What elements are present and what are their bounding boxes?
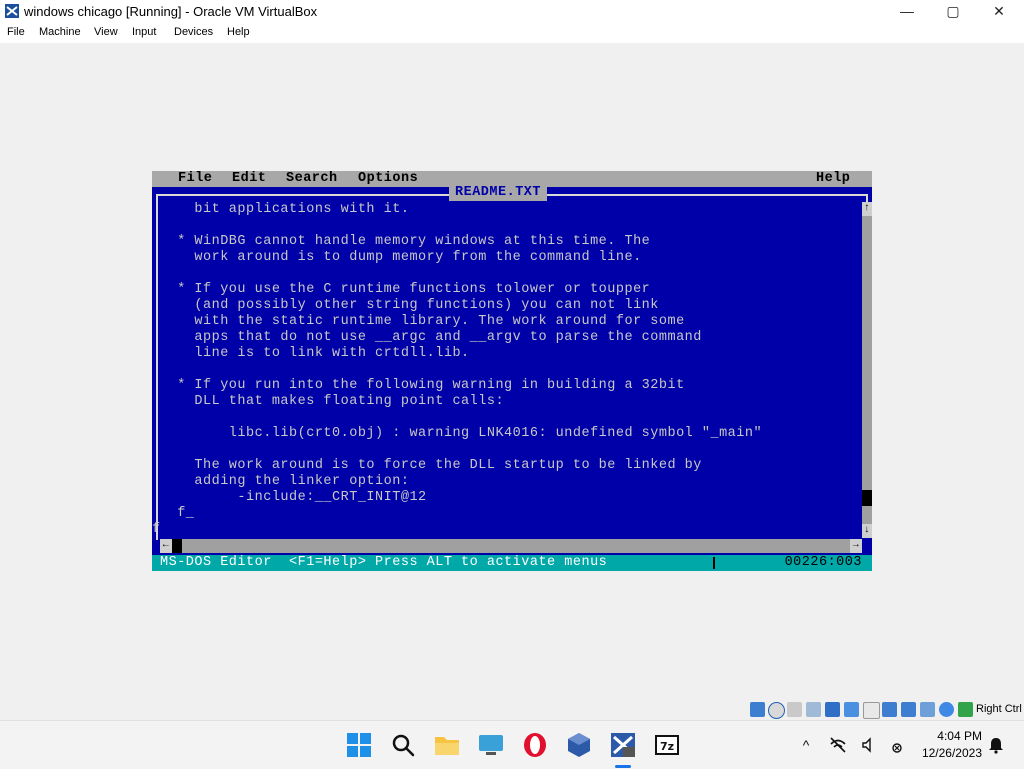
virtualbox-icon — [5, 4, 19, 18]
editor-text-area[interactable]: bit applications with it. * WinDBG canno… — [152, 202, 856, 538]
menu-input[interactable]: Input — [132, 26, 156, 38]
scroll-right-arrow-icon[interactable]: → — [850, 539, 862, 553]
menu-help[interactable]: Help — [227, 26, 250, 38]
hard-disk-icon[interactable] — [750, 702, 765, 717]
text-line: -include:__CRT_INIT@12 — [160, 490, 427, 505]
network-icon[interactable] — [825, 702, 840, 717]
7zip-icon[interactable]: 7z — [653, 731, 681, 759]
text-line: The work around is to force the DLL star… — [160, 458, 702, 473]
virtualbox-vm-icon[interactable] — [609, 731, 637, 759]
editor-frame-left — [156, 194, 158, 540]
minimize-button[interactable]: — — [884, 0, 930, 23]
vertical-scroll-thumb[interactable] — [862, 490, 872, 506]
search-icon[interactable] — [389, 731, 417, 759]
shared-folder-icon[interactable] — [863, 702, 880, 719]
scroll-left-arrow-icon[interactable]: ← — [160, 539, 172, 553]
dos-menu-file[interactable]: File — [178, 171, 212, 187]
svg-text:7z: 7z — [660, 740, 674, 753]
menu-machine[interactable]: Machine — [39, 26, 81, 38]
optical-drive-icon[interactable] — [768, 702, 785, 719]
scroll-down-arrow-icon[interactable]: ↓ — [862, 524, 872, 538]
text-line: DLL that makes floating point calls: — [160, 394, 505, 409]
host-key-label: Right Ctrl — [976, 703, 1022, 715]
guest-screen[interactable]: File Edit Search Options Help README.TXT… — [152, 171, 872, 571]
speaker-muted-icon[interactable] — [860, 735, 880, 755]
keyboard-capture-icon[interactable] — [958, 702, 973, 717]
clock-time[interactable]: 4:04 PM — [920, 729, 982, 743]
window-title: windows chicago [Running] - Oracle VM Vi… — [24, 4, 318, 19]
dos-menu-help[interactable]: Help — [816, 171, 850, 187]
close-button[interactable]: ✕ — [976, 0, 1022, 23]
text-line: apps that do not use __argc and __argv t… — [160, 330, 702, 345]
status-text: MS-DOS Editor <F1=Help> Press ALT to act… — [160, 555, 608, 570]
horizontal-scroll-thumb[interactable] — [172, 539, 182, 553]
vertical-scrollbar[interactable]: ↑ ↓ — [862, 202, 872, 538]
text-line: bit applications with it. — [160, 202, 410, 217]
text-line: * WinDBG cannot handle memory windows at… — [160, 234, 651, 249]
taskbar: 7z ^ 4:04 PM 12/26/2023 — [0, 720, 1024, 769]
text-line: libc.lib(crt0.obj) : warning LNK4016: un… — [160, 426, 763, 441]
text-line: * If you run into the following warning … — [160, 378, 685, 393]
network-disconnected-icon[interactable] — [828, 735, 848, 755]
text-line: * If you use the C runtime functions tol… — [160, 282, 651, 297]
text-line: adding the linker option: — [160, 474, 410, 489]
dos-menu-edit[interactable]: Edit — [232, 171, 266, 187]
mouse-integration-icon[interactable] — [939, 702, 954, 717]
file-explorer-icon[interactable] — [433, 731, 461, 759]
menu-file[interactable]: File — [7, 26, 25, 38]
dos-menu-search[interactable]: Search — [286, 171, 338, 187]
opera-browser-icon[interactable] — [521, 731, 549, 759]
text-line: with the static runtime library. The wor… — [160, 314, 685, 329]
menu-view[interactable]: View — [94, 26, 118, 38]
menu-devices[interactable]: Devices — [174, 26, 213, 38]
battery-x-icon[interactable] — [884, 735, 904, 755]
tray-overflow-chevron-icon[interactable]: ^ — [796, 735, 816, 755]
display-icon[interactable] — [882, 702, 897, 717]
virtualbox-manager-icon[interactable] — [565, 731, 593, 759]
host-menu-bar: File Machine View Input Devices Help — [0, 23, 1024, 43]
document-title: README.TXT — [449, 185, 548, 201]
text-line: (and possibly other string functions) yo… — [160, 298, 659, 313]
scroll-up-arrow-icon[interactable]: ↑ — [862, 202, 872, 216]
dos-menu-options[interactable]: Options — [358, 171, 418, 187]
text-line: line is to link with crtdll.lib. — [160, 346, 470, 361]
window-title-bar: windows chicago [Running] - Oracle VM Vi… — [0, 0, 1024, 23]
virtualization-icon[interactable] — [920, 702, 935, 717]
cursor-position: 00226:003 — [784, 555, 862, 570]
maximize-button[interactable]: ▢ — [930, 0, 976, 23]
recording-icon[interactable] — [901, 702, 916, 717]
dos-status-bar: MS-DOS Editor <F1=Help> Press ALT to act… — [152, 555, 872, 571]
start-windows-icon[interactable] — [345, 731, 373, 759]
floppy-icon[interactable] — [787, 702, 802, 717]
remote-desktop-icon[interactable] — [477, 731, 505, 759]
audio-icon[interactable] — [806, 702, 821, 717]
status-separator — [713, 557, 715, 569]
horizontal-scrollbar[interactable]: ← → — [160, 539, 862, 553]
text-line: f — [152, 522, 161, 537]
text-line: f_ — [160, 506, 195, 521]
clock-date[interactable]: 12/26/2023 — [910, 746, 982, 760]
usb-icon[interactable] — [844, 702, 859, 717]
editor-frame-right — [866, 194, 868, 202]
text-line: work around is to dump memory from the c… — [160, 250, 642, 265]
notification-bell-icon[interactable] — [986, 735, 1006, 755]
